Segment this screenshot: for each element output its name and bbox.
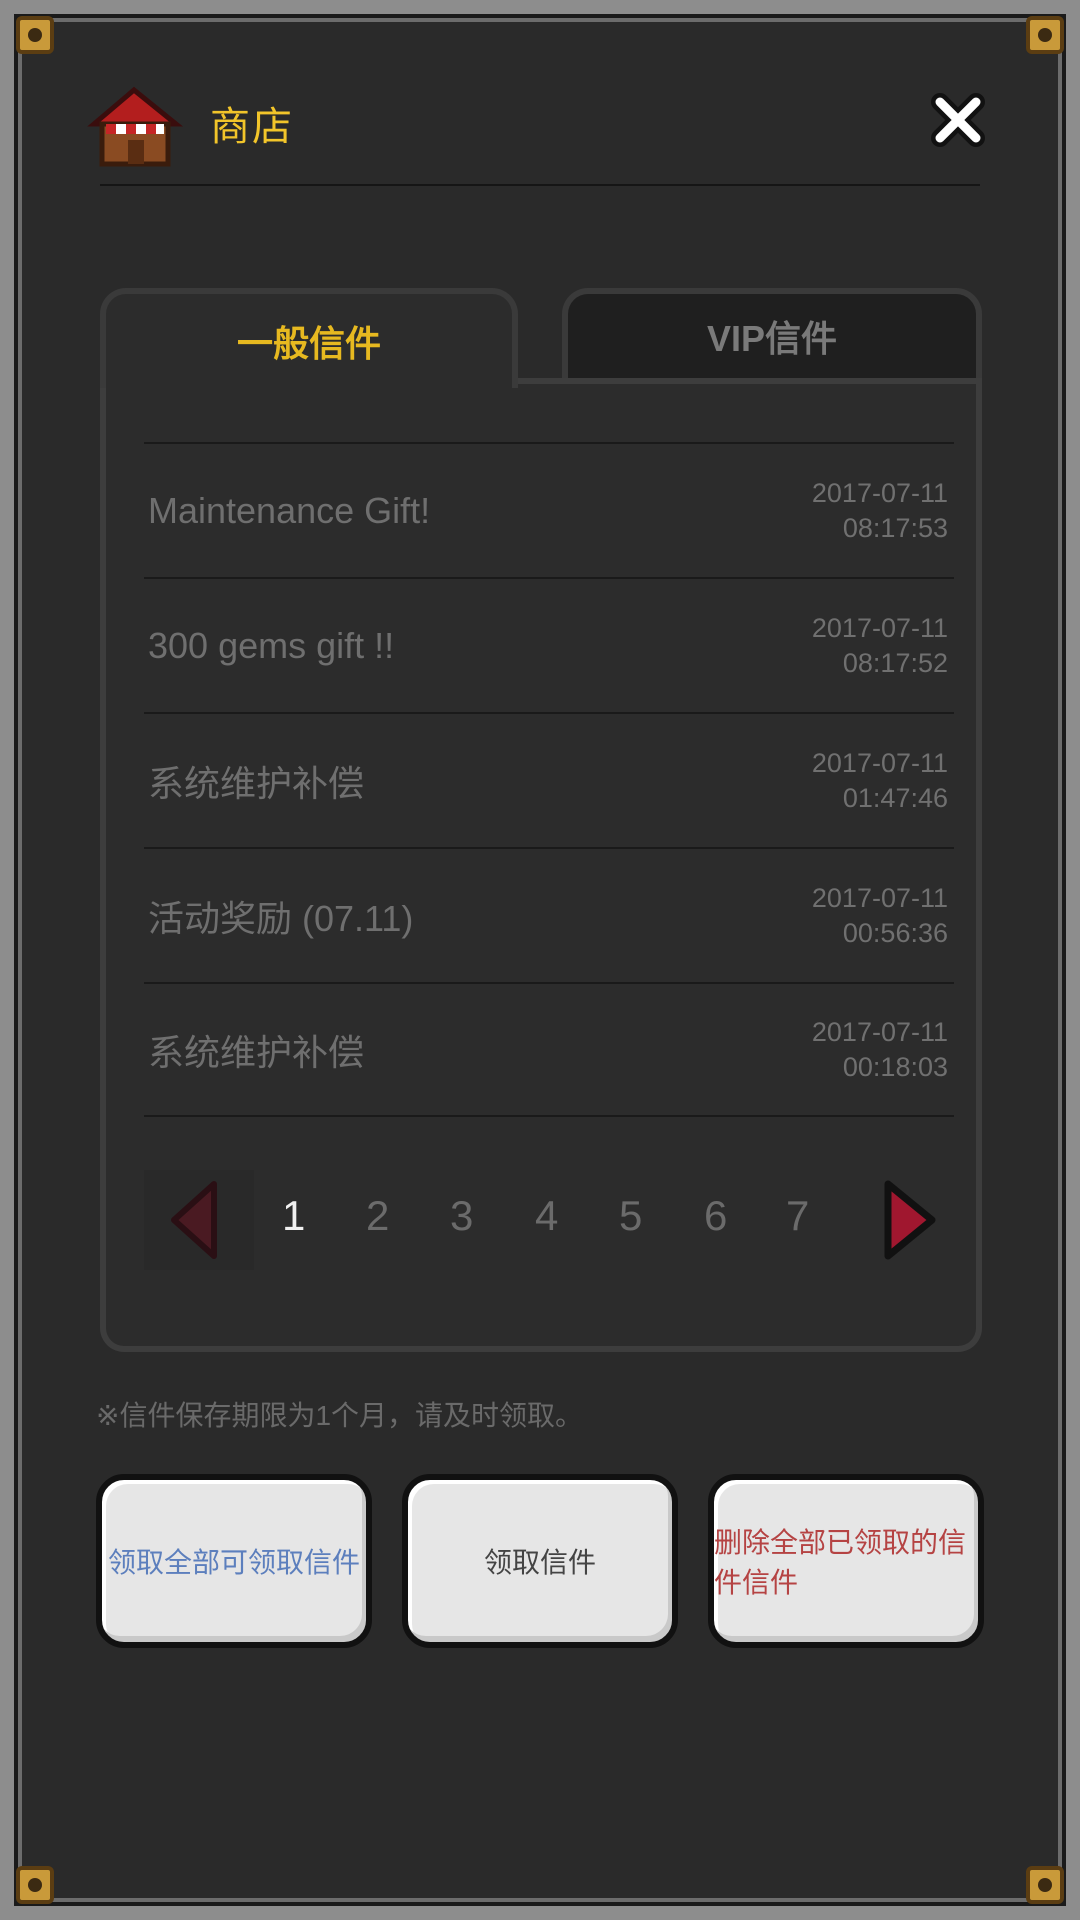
- arrow-left-icon: [171, 1181, 217, 1259]
- receive-all-button[interactable]: 领取全部可领取信件: [96, 1474, 372, 1648]
- mail-timestamp: 2017-07-11 00:56:36: [812, 881, 948, 951]
- frame-corner: [1026, 16, 1064, 54]
- page-number[interactable]: 2: [366, 1192, 389, 1240]
- mail-timestamp: 2017-07-11 01:47:46: [812, 746, 948, 816]
- mail-timestamp: 2017-07-11 08:17:52: [812, 611, 948, 681]
- pagination: 1 2 3 4 5 6 7: [144, 1170, 954, 1270]
- prev-page-button[interactable]: [144, 1170, 254, 1270]
- page-number[interactable]: 7: [786, 1192, 809, 1240]
- mail-list-item[interactable]: 系统维护补偿 2017-07-11 00:18:03: [144, 982, 954, 1117]
- tab-vip-mail[interactable]: VIP信件: [562, 288, 982, 378]
- button-label: 领取全部可领取信件: [107, 1547, 360, 1578]
- mail-title: 活动奖励 (07.11): [148, 897, 414, 939]
- button-label: 删除全部已领取的信件信件: [714, 1527, 967, 1598]
- mail-time: 00:56:36: [842, 917, 948, 948]
- mail-title: 300 gems gift !!: [148, 624, 395, 666]
- page-number[interactable]: 3: [450, 1192, 473, 1240]
- mail-date: 2017-07-11: [811, 1016, 948, 1047]
- frame-corner: [16, 16, 54, 54]
- frame-corner: [16, 1866, 54, 1904]
- next-page-button[interactable]: [864, 1170, 954, 1270]
- page-number[interactable]: 1: [282, 1192, 305, 1240]
- mail-title: Maintenance Gift!: [148, 489, 431, 531]
- close-button[interactable]: [930, 92, 986, 148]
- page-title: 商店: [210, 105, 294, 149]
- tab-label: 一般信件: [236, 323, 381, 364]
- header-divider: [100, 184, 980, 186]
- mail-date: 2017-07-11: [811, 477, 948, 508]
- mail-list-item[interactable]: 活动奖励 (07.11) 2017-07-11 00:56:36: [144, 847, 954, 982]
- mail-timestamp: 2017-07-11 08:17:53: [812, 476, 948, 546]
- mail-date: 2017-07-11: [811, 612, 948, 643]
- mail-time: 01:47:46: [842, 782, 948, 813]
- mail-list-item[interactable]: 300 gems gift !! 2017-07-11 08:17:52: [144, 577, 954, 712]
- page-number[interactable]: 5: [619, 1192, 642, 1240]
- frame-corner: [1026, 1866, 1064, 1904]
- mail-date: 2017-07-11: [811, 882, 948, 913]
- mail-list: Maintenance Gift! 2017-07-11 08:17:53 30…: [144, 442, 954, 1117]
- mail-time: 08:17:53: [842, 512, 948, 543]
- page-number[interactable]: 6: [704, 1192, 727, 1240]
- shop-icon: [84, 80, 184, 168]
- delete-all-button[interactable]: 删除全部已领取的信件信件: [708, 1474, 984, 1648]
- page-number[interactable]: 4: [535, 1192, 558, 1240]
- mail-list-item[interactable]: Maintenance Gift! 2017-07-11 08:17:53: [144, 442, 954, 577]
- mail-title: 系统维护补偿: [148, 762, 365, 804]
- tab-general-mail[interactable]: 一般信件: [100, 288, 518, 388]
- mail-timestamp: 2017-07-11 00:18:03: [812, 1015, 948, 1085]
- receive-button[interactable]: 领取信件: [402, 1474, 678, 1648]
- mail-expiry-note: ※信件保存期限为1个月，请及时领取。: [96, 1400, 584, 1431]
- mail-time: 08:17:52: [842, 647, 948, 678]
- mail-date: 2017-07-11: [811, 747, 948, 778]
- mail-title: 系统维护补偿: [148, 1031, 365, 1073]
- mail-list-item[interactable]: 系统维护补偿 2017-07-11 01:47:46: [144, 712, 954, 847]
- close-icon: [931, 93, 985, 147]
- tab-label: VIP信件: [706, 318, 838, 359]
- button-label: 领取信件: [483, 1547, 596, 1578]
- mail-time: 00:18:03: [842, 1051, 948, 1082]
- arrow-right-icon: [884, 1180, 936, 1260]
